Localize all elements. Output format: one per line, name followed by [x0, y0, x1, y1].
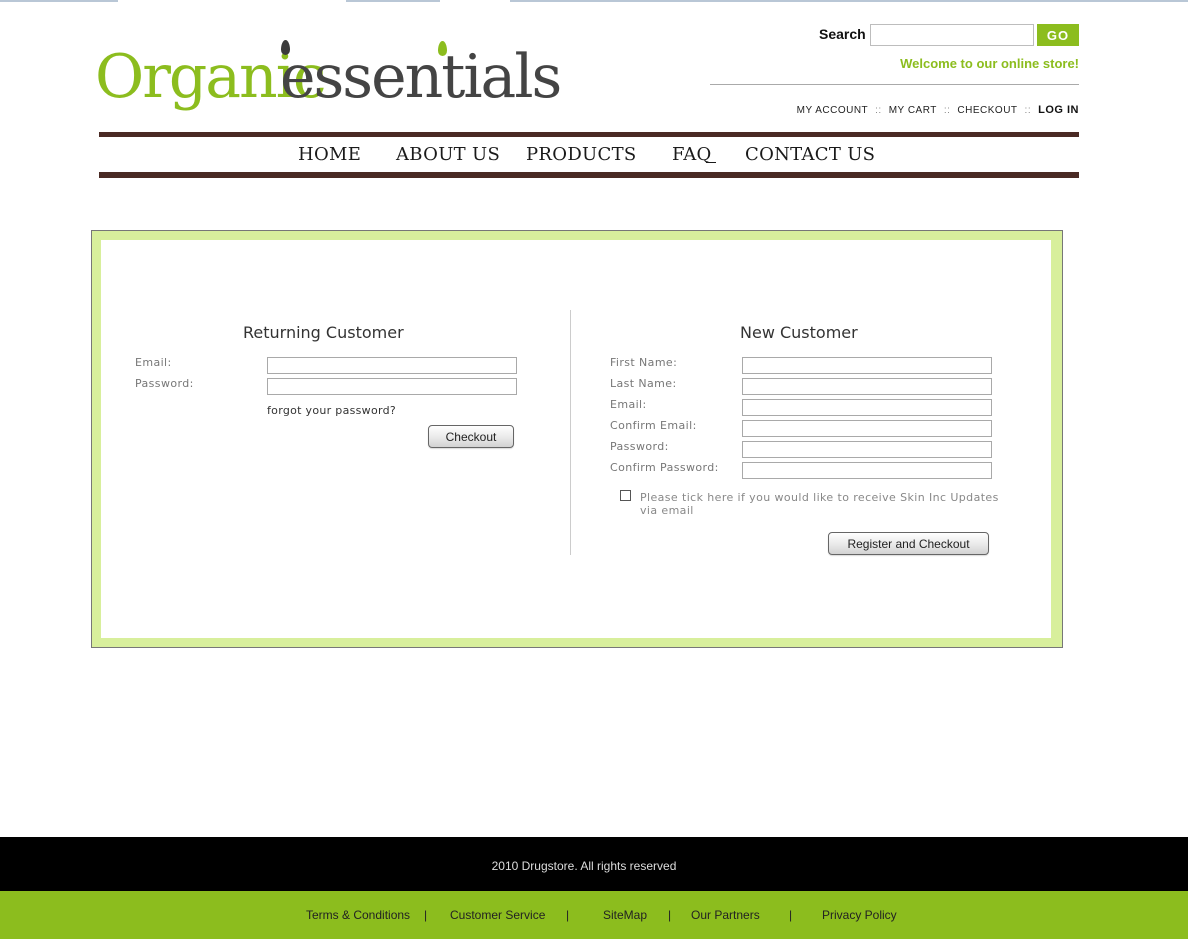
- returning-email-label: Email:: [135, 356, 172, 369]
- nav-contact-us[interactable]: CONTACT US: [745, 144, 875, 165]
- header-divider: [710, 84, 1079, 85]
- new-email-label: Email:: [610, 398, 647, 411]
- column-divider: [570, 310, 571, 555]
- updates-checkbox-label: Please tick here if you would like to re…: [640, 491, 999, 517]
- drop-icon: [281, 40, 290, 55]
- new-password-input[interactable]: [742, 441, 992, 458]
- checkout-button[interactable]: Checkout: [428, 425, 514, 448]
- checkout-login-panel-body: Returning Customer Email: Password: forg…: [101, 240, 1051, 638]
- footer-separator: |: [668, 908, 672, 922]
- confirm-email-input[interactable]: [742, 420, 992, 437]
- drop-icon: [438, 41, 447, 56]
- search-input[interactable]: [870, 24, 1034, 46]
- login-link[interactable]: LOG IN: [1038, 104, 1079, 116]
- account-links: MY ACCOUNT:: MY CART:: CHECKOUT:: LOG IN: [700, 104, 1079, 116]
- link-separator: ::: [943, 105, 951, 116]
- returning-password-label: Password:: [135, 377, 194, 390]
- nav-products[interactable]: PRODUCTS: [526, 144, 637, 165]
- first-name-label: First Name:: [610, 356, 678, 369]
- welcome-message: Welcome to our online store!: [900, 56, 1079, 71]
- footer-copyright-bar: 2010 Drugstore. All rights reserved: [0, 837, 1188, 891]
- footer-links-bar: Terms & Conditions | Customer Service | …: [0, 891, 1188, 939]
- forgot-password-link[interactable]: forgot your password?: [267, 404, 396, 417]
- link-separator: ::: [875, 105, 882, 116]
- nav-bar-top-border: [99, 132, 1079, 137]
- confirm-email-label: Confirm Email:: [610, 419, 697, 432]
- footer-link-our-partners[interactable]: Our Partners: [691, 908, 760, 922]
- nav-bar-bottom-border: [99, 172, 1079, 178]
- checkout-link[interactable]: CHECKOUT: [957, 105, 1017, 116]
- first-name-input[interactable]: [742, 357, 992, 374]
- footer-link-sitemap[interactable]: SiteMap: [603, 908, 647, 922]
- search-go-button[interactable]: GO: [1037, 24, 1079, 46]
- footer-link-customer-service[interactable]: Customer Service: [450, 908, 545, 922]
- top-rule: [0, 0, 1188, 2]
- footer-separator: |: [566, 908, 570, 922]
- footer-link-terms[interactable]: Terms & Conditions: [306, 908, 410, 922]
- logo-text-essentials: essentials: [280, 42, 562, 112]
- returning-customer-title: Returning Customer: [243, 323, 404, 342]
- faq-underline: [706, 162, 716, 163]
- copyright-text: 2010 Drugstore. All rights reserved: [491, 859, 677, 873]
- new-password-label: Password:: [610, 440, 669, 453]
- checkout-login-panel: Returning Customer Email: Password: forg…: [91, 230, 1063, 648]
- my-cart-link[interactable]: MY CART: [889, 105, 937, 116]
- my-account-link[interactable]: MY ACCOUNT: [797, 105, 869, 116]
- last-name-label: Last Name:: [610, 377, 677, 390]
- footer-separator: |: [789, 908, 793, 922]
- nav-about-us[interactable]: ABOUT US: [396, 144, 500, 165]
- returning-email-input[interactable]: [267, 357, 517, 374]
- footer-link-privacy-policy[interactable]: Privacy Policy: [822, 908, 897, 922]
- new-customer-title: New Customer: [740, 323, 858, 342]
- footer-separator: |: [424, 908, 428, 922]
- register-and-checkout-button[interactable]: Register and Checkout: [828, 532, 989, 555]
- returning-password-input[interactable]: [267, 378, 517, 395]
- search-label: Search: [819, 26, 866, 42]
- new-email-input[interactable]: [742, 399, 992, 416]
- nav-home[interactable]: HOME: [298, 144, 361, 165]
- link-separator: ::: [1024, 105, 1032, 116]
- confirm-password-label: Confirm Password:: [610, 461, 719, 474]
- confirm-password-input[interactable]: [742, 462, 992, 479]
- updates-checkbox[interactable]: [620, 490, 631, 501]
- last-name-input[interactable]: [742, 378, 992, 395]
